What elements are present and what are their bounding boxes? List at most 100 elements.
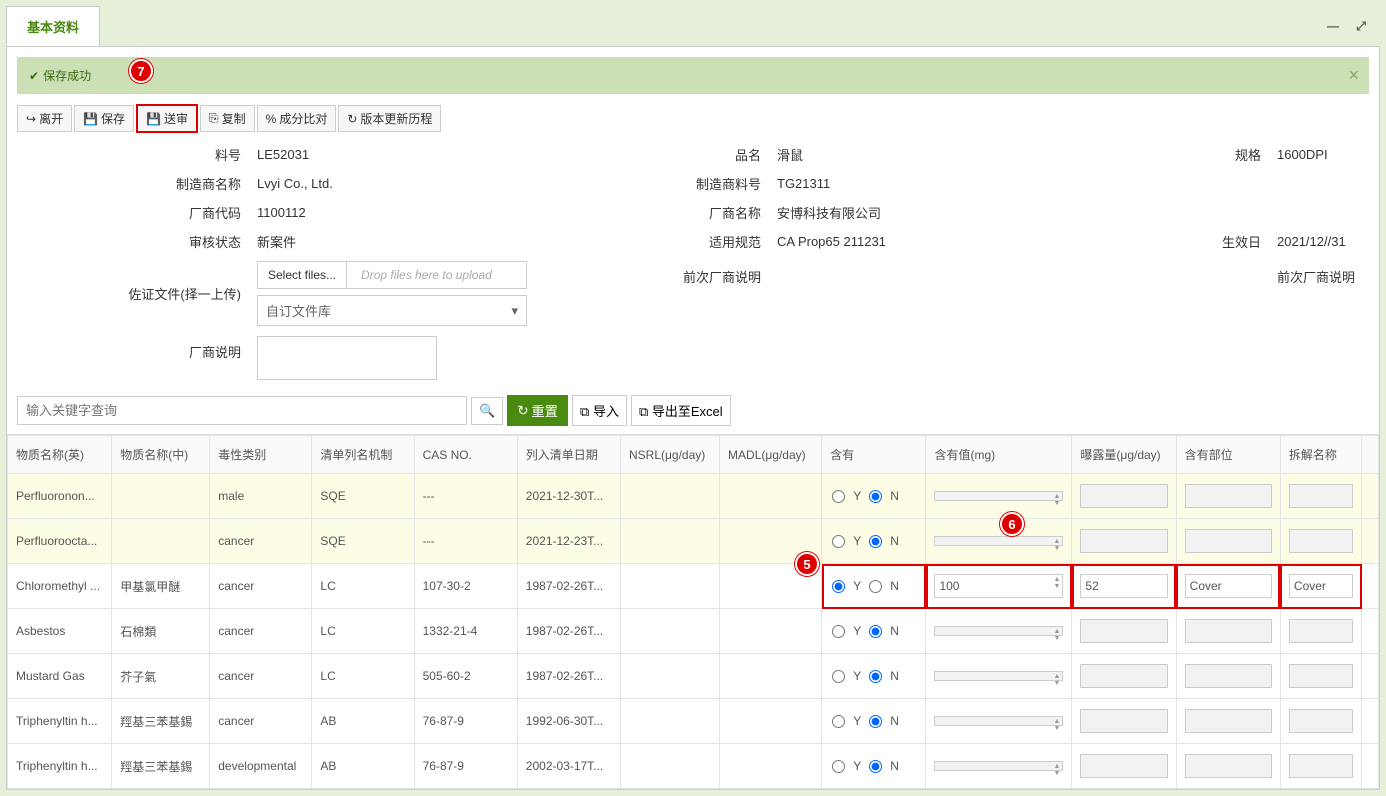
radio-yes[interactable]: [832, 580, 845, 593]
name-label: 品名: [657, 145, 777, 164]
radio-no[interactable]: [869, 760, 882, 773]
tab-basic-info[interactable]: 基本资料: [6, 6, 100, 46]
save-icon: 💾: [83, 112, 98, 126]
reset-button[interactable]: ↻重置: [507, 395, 568, 426]
dis-input[interactable]: [1289, 529, 1353, 553]
select-files-button[interactable]: Select files...: [258, 262, 347, 288]
dis-input[interactable]: [1289, 484, 1353, 508]
col-hasval[interactable]: 含有值(mg): [926, 436, 1072, 474]
spinner-icon[interactable]: ▲▼: [1053, 763, 1060, 777]
spinner-icon[interactable]: ▲▼: [1053, 576, 1060, 590]
cell-exp: 52: [1072, 564, 1176, 609]
leave-button[interactable]: ↪离开: [17, 105, 72, 132]
prev-vnote-label: 前次厂商说明: [657, 261, 777, 286]
col-cn[interactable]: 物质名称(中): [112, 436, 210, 474]
history-button[interactable]: ↻版本更新历程: [338, 105, 441, 132]
exp-input[interactable]: [1080, 664, 1167, 688]
hasval-input[interactable]: ▲▼: [934, 626, 1063, 636]
part-input[interactable]: [1185, 619, 1272, 643]
partno-label: 料号: [17, 145, 257, 164]
dis-input[interactable]: [1289, 619, 1353, 643]
dis-input[interactable]: [1289, 664, 1353, 688]
file-upload[interactable]: Select files... Drop files here to uploa…: [257, 261, 527, 289]
cell-date: 2021-12-23T...: [517, 519, 620, 564]
part-input[interactable]: Cover: [1185, 574, 1272, 598]
minimize-icon[interactable]: —: [1324, 17, 1342, 35]
exp-input[interactable]: [1080, 709, 1167, 733]
hasval-input[interactable]: ▲▼: [934, 761, 1063, 771]
compare-button[interactable]: %成分比对: [257, 105, 337, 132]
cell-madl: [720, 609, 822, 654]
radio-yes[interactable]: [832, 490, 845, 503]
part-input[interactable]: [1185, 529, 1272, 553]
exp-input[interactable]: [1080, 529, 1167, 553]
spinner-icon[interactable]: ▲▼: [1053, 493, 1060, 507]
radio-yes[interactable]: [832, 760, 845, 773]
hasval-input[interactable]: 100▲▼: [934, 574, 1063, 598]
col-tox[interactable]: 毒性类别: [210, 436, 312, 474]
cell-nsrl: [621, 744, 720, 789]
export-button[interactable]: ⧉ 导出至Excel: [631, 395, 731, 426]
vendor-note-textarea[interactable]: [257, 336, 437, 380]
exp-input[interactable]: [1080, 754, 1167, 778]
radio-yes[interactable]: [832, 535, 845, 548]
col-exp[interactable]: 曝露量(μg/day): [1072, 436, 1176, 474]
radio-yes[interactable]: [832, 715, 845, 728]
col-cas[interactable]: CAS NO.: [414, 436, 517, 474]
maximize-icon[interactable]: ⤢: [1352, 17, 1370, 35]
copy-button[interactable]: ⎘复制: [200, 105, 255, 132]
radio-no[interactable]: [869, 535, 882, 548]
col-nsrl[interactable]: NSRL(μg/day): [621, 436, 720, 474]
radio-no[interactable]: [869, 580, 882, 593]
hasval-input[interactable]: ▲▼: [934, 671, 1063, 681]
part-input[interactable]: [1185, 484, 1272, 508]
custom-library-select[interactable]: 自订文件库 ▾: [257, 295, 527, 326]
cell-nsrl: [621, 609, 720, 654]
dis-input[interactable]: [1289, 754, 1353, 778]
table-row: Asbestos石棉類cancerLC1332-21-41987-02-26T.…: [8, 609, 1379, 654]
cell-exp: [1072, 654, 1176, 699]
search-button[interactable]: 🔍: [471, 397, 503, 425]
part-input[interactable]: [1185, 754, 1272, 778]
import-button[interactable]: ⧉ 导入: [572, 395, 627, 426]
spinner-icon[interactable]: ▲▼: [1053, 673, 1060, 687]
spinner-icon[interactable]: ▲▼: [1053, 628, 1060, 642]
spinner-icon[interactable]: ▲▼: [1053, 718, 1060, 732]
col-date[interactable]: 列入清单日期: [517, 436, 620, 474]
cell-tox: cancer: [210, 609, 312, 654]
spinner-icon[interactable]: ▲▼: [1053, 538, 1060, 552]
radio-no[interactable]: [869, 490, 882, 503]
cell-date: 1987-02-26T...: [517, 564, 620, 609]
cell-tox: cancer: [210, 564, 312, 609]
exp-input[interactable]: [1080, 484, 1167, 508]
col-dis[interactable]: 拆解名称: [1280, 436, 1361, 474]
exp-input[interactable]: 52: [1080, 574, 1167, 598]
hasval-input[interactable]: ▲▼: [934, 491, 1063, 501]
col-part[interactable]: 含有部位: [1176, 436, 1280, 474]
radio-no[interactable]: [869, 625, 882, 638]
radio-yes[interactable]: [832, 670, 845, 683]
mfr-value: Lvyi Co., Ltd.: [257, 176, 657, 191]
part-input[interactable]: [1185, 709, 1272, 733]
radio-yes[interactable]: [832, 625, 845, 638]
radio-no[interactable]: [869, 670, 882, 683]
col-mech[interactable]: 清单列名机制: [312, 436, 414, 474]
hasval-input[interactable]: ▲▼: [934, 536, 1063, 546]
exp-input[interactable]: [1080, 619, 1167, 643]
dis-input[interactable]: [1289, 709, 1353, 733]
search-input[interactable]: [17, 396, 467, 425]
submit-button[interactable]: 💾送审: [136, 104, 198, 133]
hasval-input[interactable]: ▲▼: [934, 716, 1063, 726]
radio-no[interactable]: [869, 715, 882, 728]
cell-en: Triphenyltin h...: [8, 744, 112, 789]
table-row: Chloromethyl ...甲基氯甲醚cancerLC107-30-2198…: [8, 564, 1379, 609]
part-input[interactable]: [1185, 664, 1272, 688]
close-icon[interactable]: ×: [1348, 65, 1359, 86]
col-has[interactable]: 含有: [822, 436, 926, 474]
table-row: Perfluoroocta...cancerSQE---2021-12-23T.…: [8, 519, 1379, 564]
col-madl[interactable]: MADL(μg/day): [720, 436, 822, 474]
cell-hasval: ▲▼: [926, 519, 1072, 564]
dis-input[interactable]: Cover: [1289, 574, 1353, 598]
save-button[interactable]: 💾保存: [74, 105, 134, 132]
col-en[interactable]: 物质名称(英): [8, 436, 112, 474]
